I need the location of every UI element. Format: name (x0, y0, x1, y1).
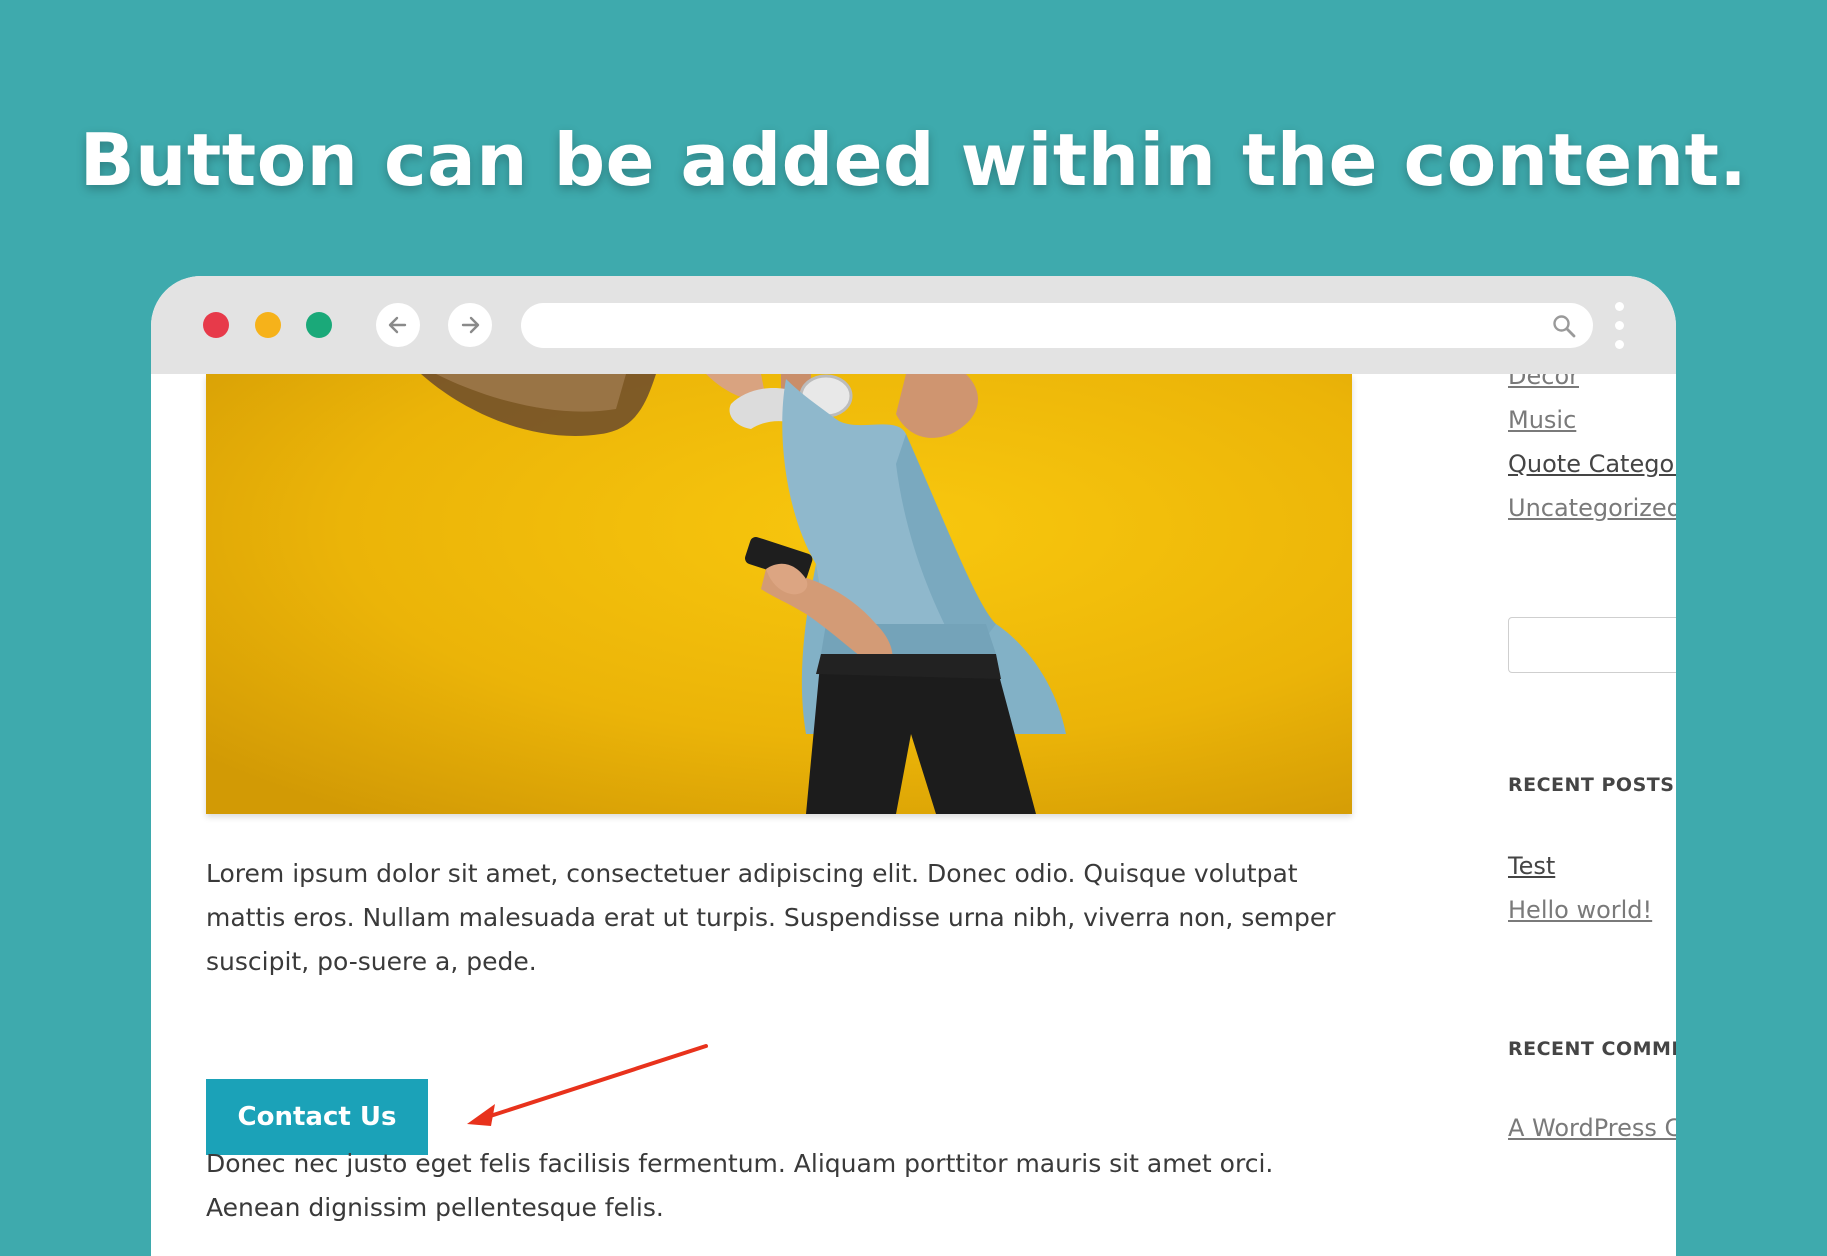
arrow-left-icon (388, 316, 407, 334)
browser-window: Lorem ipsum dolor sit amet, consectetuer… (151, 276, 1676, 1256)
address-bar[interactable] (521, 303, 1593, 348)
category-link-music[interactable]: Music (1508, 406, 1576, 434)
red-arrow-annotation (467, 1044, 708, 1126)
category-link-quote-category[interactable]: Quote Category (1508, 450, 1676, 478)
browser-toolbar (151, 276, 1676, 374)
recent-comment-link[interactable]: A WordPress Commenter (1508, 1114, 1676, 1142)
arrow-right-icon (461, 316, 480, 334)
back-button[interactable] (376, 303, 420, 347)
category-link-uncategorized[interactable]: Uncategorized (1508, 494, 1676, 522)
minimize-window-dot[interactable] (255, 312, 281, 338)
sidebar: Decor Music Quote Category Uncategorized… (1508, 374, 1676, 1256)
kebab-menu-icon[interactable] (1613, 302, 1625, 354)
recent-posts-heading: RECENT POSTS (1508, 774, 1675, 796)
woman-with-headphones-photo (206, 374, 1352, 814)
search-icon[interactable] (1551, 313, 1577, 339)
recent-post-link-test[interactable]: Test (1508, 852, 1555, 880)
content-paragraph-2: Donec nec justo eget felis facilisis fer… (206, 1149, 1274, 1222)
hero-image (206, 374, 1352, 814)
close-window-dot[interactable] (203, 312, 229, 338)
forward-button[interactable] (448, 303, 492, 347)
recent-post-link-hello-world[interactable]: Hello world! (1508, 896, 1652, 924)
category-link-decor[interactable]: Decor (1508, 374, 1579, 390)
maximize-window-dot[interactable] (306, 312, 332, 338)
page-content: Lorem ipsum dolor sit amet, consectetuer… (151, 374, 1676, 1256)
headline: Button can be added within the content. (79, 118, 1748, 202)
recent-comments-heading: RECENT COMMENTS (1508, 1038, 1676, 1060)
sidebar-search-input[interactable] (1508, 617, 1676, 673)
content-paragraph-1: Lorem ipsum dolor sit amet, consectetuer… (206, 859, 1336, 976)
